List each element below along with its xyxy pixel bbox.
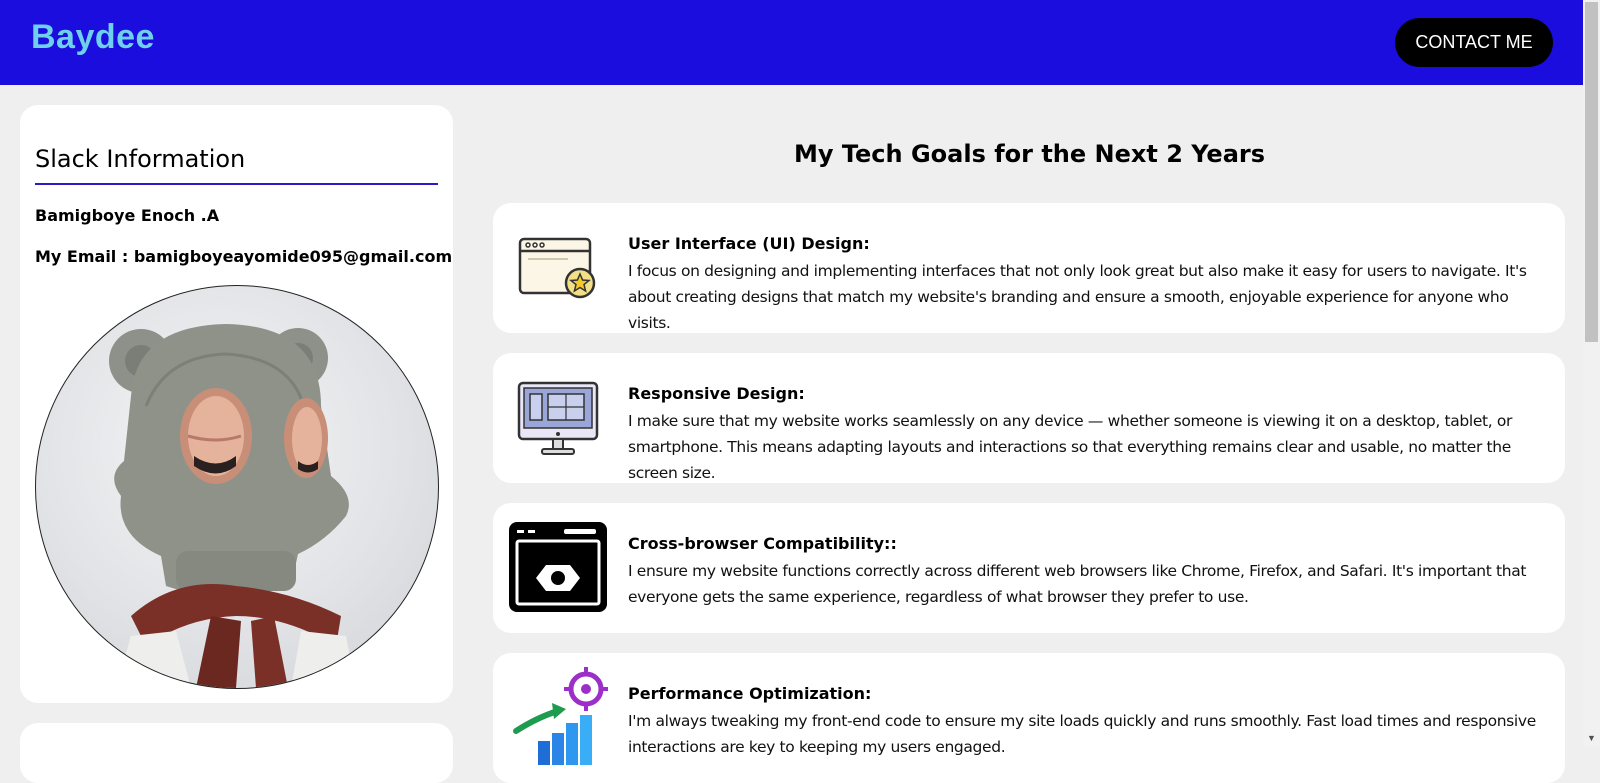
goal-card-cross-browser: Cross-browser Compatibility:: I ensure m…: [493, 503, 1565, 633]
goal-description: I focus on designing and implementing in…: [628, 262, 1527, 332]
slack-email: My Email : bamigboyeayomide095@gmail.com: [35, 247, 453, 266]
monitor-devices-icon: [508, 365, 608, 465]
growth-target-icon: [508, 665, 608, 765]
browser-settings-icon: [508, 515, 608, 615]
profile-avatar: [35, 285, 439, 689]
goal-heading: Responsive Design:: [628, 384, 805, 403]
title-divider: [35, 183, 438, 185]
contact-me-button[interactable]: CONTACT ME: [1395, 18, 1553, 67]
goal-heading: User Interface (UI) Design:: [628, 234, 870, 253]
slack-info-card: Slack Information Bamigboye Enoch .A My …: [20, 105, 453, 703]
goal-description: I'm always tweaking my front-end code to…: [628, 712, 1536, 756]
page-scrollbar[interactable]: ▼: [1583, 0, 1600, 747]
avatar-illustration: [109, 324, 356, 688]
goal-heading: Performance Optimization:: [628, 684, 872, 703]
scroll-down-arrow-icon[interactable]: ▼: [1583, 731, 1600, 745]
goal-description: I make sure that my website works seamle…: [628, 412, 1513, 482]
site-logo[interactable]: Baydee: [31, 18, 155, 57]
goal-heading: Cross-browser Compatibility::: [628, 534, 897, 553]
slack-display-name: Bamigboye Enoch .A: [35, 206, 220, 225]
goal-card-performance: Performance Optimization: I'm always twe…: [493, 653, 1565, 783]
slack-info-title: Slack Information: [35, 145, 246, 173]
scrollbar-thumb[interactable]: [1585, 2, 1598, 342]
goal-card-ui-design: User Interface (UI) Design: I focus on d…: [493, 203, 1565, 333]
goal-description: I ensure my website functions correctly …: [628, 562, 1527, 606]
top-navbar: Baydee CONTACT ME: [0, 0, 1583, 85]
goals-section-title: My Tech Goals for the Next 2 Years: [793, 140, 1266, 168]
secondary-card: [20, 723, 453, 783]
goal-card-responsive-design: Responsive Design: I make sure that my w…: [493, 353, 1565, 483]
browser-star-icon: [508, 215, 608, 315]
